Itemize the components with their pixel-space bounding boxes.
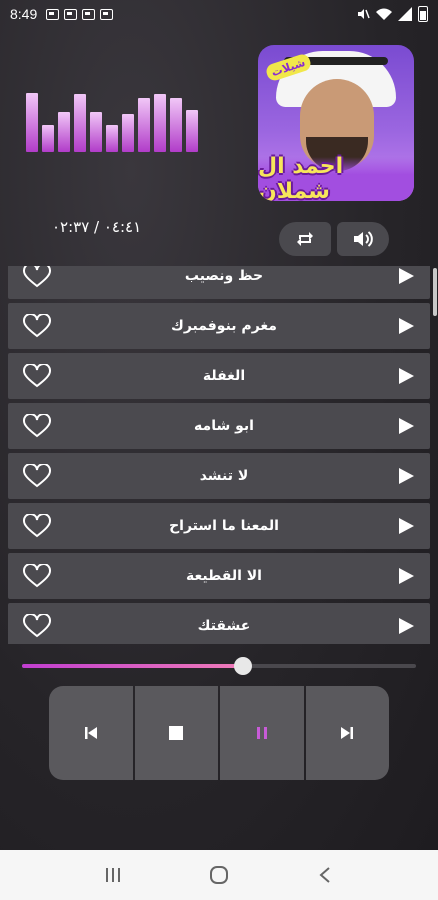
heart-icon[interactable]	[22, 266, 52, 289]
song-title: عشقتك	[197, 618, 251, 634]
recents-button[interactable]	[93, 855, 133, 895]
equalizer-bar	[74, 94, 86, 152]
heart-icon[interactable]	[22, 363, 52, 389]
equalizer-bar	[90, 112, 102, 152]
song-title: ابو شامه	[194, 418, 254, 434]
equalizer-bar	[58, 112, 70, 152]
equalizer-visualizer	[26, 88, 212, 152]
image-icon	[82, 8, 96, 20]
equalizer-bar	[138, 98, 150, 152]
song-row[interactable]: الا القطيعة	[8, 553, 430, 599]
song-row[interactable]: مغرم بنوفمبرك	[8, 303, 430, 349]
list-scrollbar[interactable]	[433, 268, 437, 316]
play-icon[interactable]	[396, 266, 416, 286]
song-row[interactable]: الغفلة	[8, 353, 430, 399]
equalizer-bar	[186, 110, 198, 152]
heart-icon[interactable]	[22, 613, 52, 639]
previous-button[interactable]	[49, 686, 133, 780]
equalizer-bar	[42, 125, 54, 152]
recents-icon	[106, 868, 120, 882]
seek-bar[interactable]	[22, 656, 416, 676]
stop-button[interactable]	[134, 686, 218, 780]
image-icon	[64, 8, 78, 20]
song-row[interactable]: المعنا ما استراح	[8, 503, 430, 549]
previous-icon	[84, 727, 97, 739]
song-row[interactable]: حظ ونصيب	[8, 266, 430, 299]
status-time: 8:49	[10, 6, 38, 22]
play-icon[interactable]	[396, 366, 416, 386]
repeat-icon	[297, 232, 313, 246]
artist-banner: احمد ال شملان	[258, 154, 414, 201]
heart-icon[interactable]	[22, 463, 52, 489]
play-icon[interactable]	[396, 516, 416, 536]
heart-icon[interactable]	[22, 513, 52, 539]
play-icon[interactable]	[396, 316, 416, 336]
time-label: ٠٤:٤١ / ٠٢:٣٧	[52, 218, 142, 236]
song-title: الا القطيعة	[186, 568, 262, 584]
next-icon	[341, 727, 354, 739]
song-title: حظ ونصيب	[184, 268, 264, 284]
play-icon[interactable]	[396, 566, 416, 586]
battery-icon	[418, 6, 428, 22]
image-icon	[100, 8, 114, 20]
seek-thumb[interactable]	[234, 657, 252, 675]
pause-icon	[256, 727, 267, 739]
system-nav-bar	[0, 850, 438, 900]
heart-icon[interactable]	[22, 563, 52, 589]
equalizer-bar	[154, 94, 166, 152]
song-list[interactable]: حظ ونصيب مغرم بنوفمبرك الغفلة ابو شامه ل…	[8, 266, 430, 644]
home-icon	[210, 866, 228, 884]
seek-fill	[22, 664, 243, 668]
wifi-icon	[376, 8, 392, 20]
mini-controls	[279, 222, 389, 256]
next-button[interactable]	[305, 686, 389, 780]
back-icon	[319, 867, 330, 883]
artist-name: احمد ال شملان	[258, 154, 344, 201]
status-bar: 8:49	[0, 0, 438, 28]
play-icon[interactable]	[396, 466, 416, 486]
album-art: شيلات احمد ال شملان	[258, 45, 414, 201]
heart-icon[interactable]	[22, 313, 52, 339]
equalizer-bar	[122, 114, 134, 152]
mute-icon	[358, 9, 370, 19]
pause-button[interactable]	[220, 686, 304, 780]
song-title: المعنا ما استراح	[169, 518, 279, 534]
play-icon[interactable]	[396, 416, 416, 436]
home-button[interactable]	[199, 855, 239, 895]
signal-icon	[398, 7, 412, 21]
play-icon[interactable]	[396, 616, 416, 636]
equalizer-bar	[170, 98, 182, 152]
song-row[interactable]: عشقتك	[8, 603, 430, 644]
equalizer-bar	[26, 93, 38, 152]
volume-button[interactable]	[337, 222, 389, 256]
song-title: لا تنشد	[199, 468, 249, 484]
equalizer-bar	[106, 125, 118, 152]
volume-icon	[354, 231, 373, 247]
repeat-button[interactable]	[279, 222, 331, 256]
song-title: الغفلة	[202, 368, 246, 384]
song-row[interactable]: ابو شامه	[8, 403, 430, 449]
song-row[interactable]: لا تنشد	[8, 453, 430, 499]
heart-icon[interactable]	[22, 413, 52, 439]
stop-icon	[169, 726, 184, 740]
song-title: مغرم بنوفمبرك	[171, 318, 277, 334]
transport-controls	[49, 686, 389, 780]
back-button[interactable]	[305, 855, 345, 895]
image-icon	[46, 8, 60, 20]
